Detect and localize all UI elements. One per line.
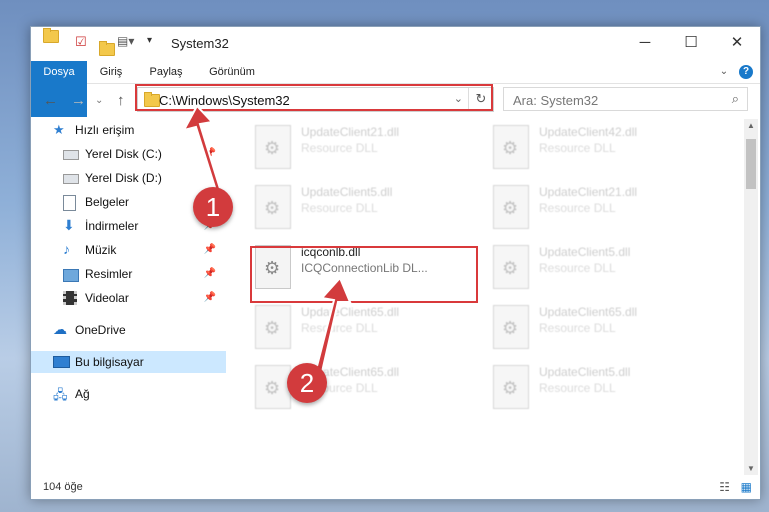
arrow-1	[182, 104, 224, 199]
step-1-badge: 1	[193, 187, 233, 227]
annotation-arrows	[182, 104, 352, 374]
step-2-badge: 2	[287, 363, 327, 403]
arrow-2	[314, 276, 352, 374]
